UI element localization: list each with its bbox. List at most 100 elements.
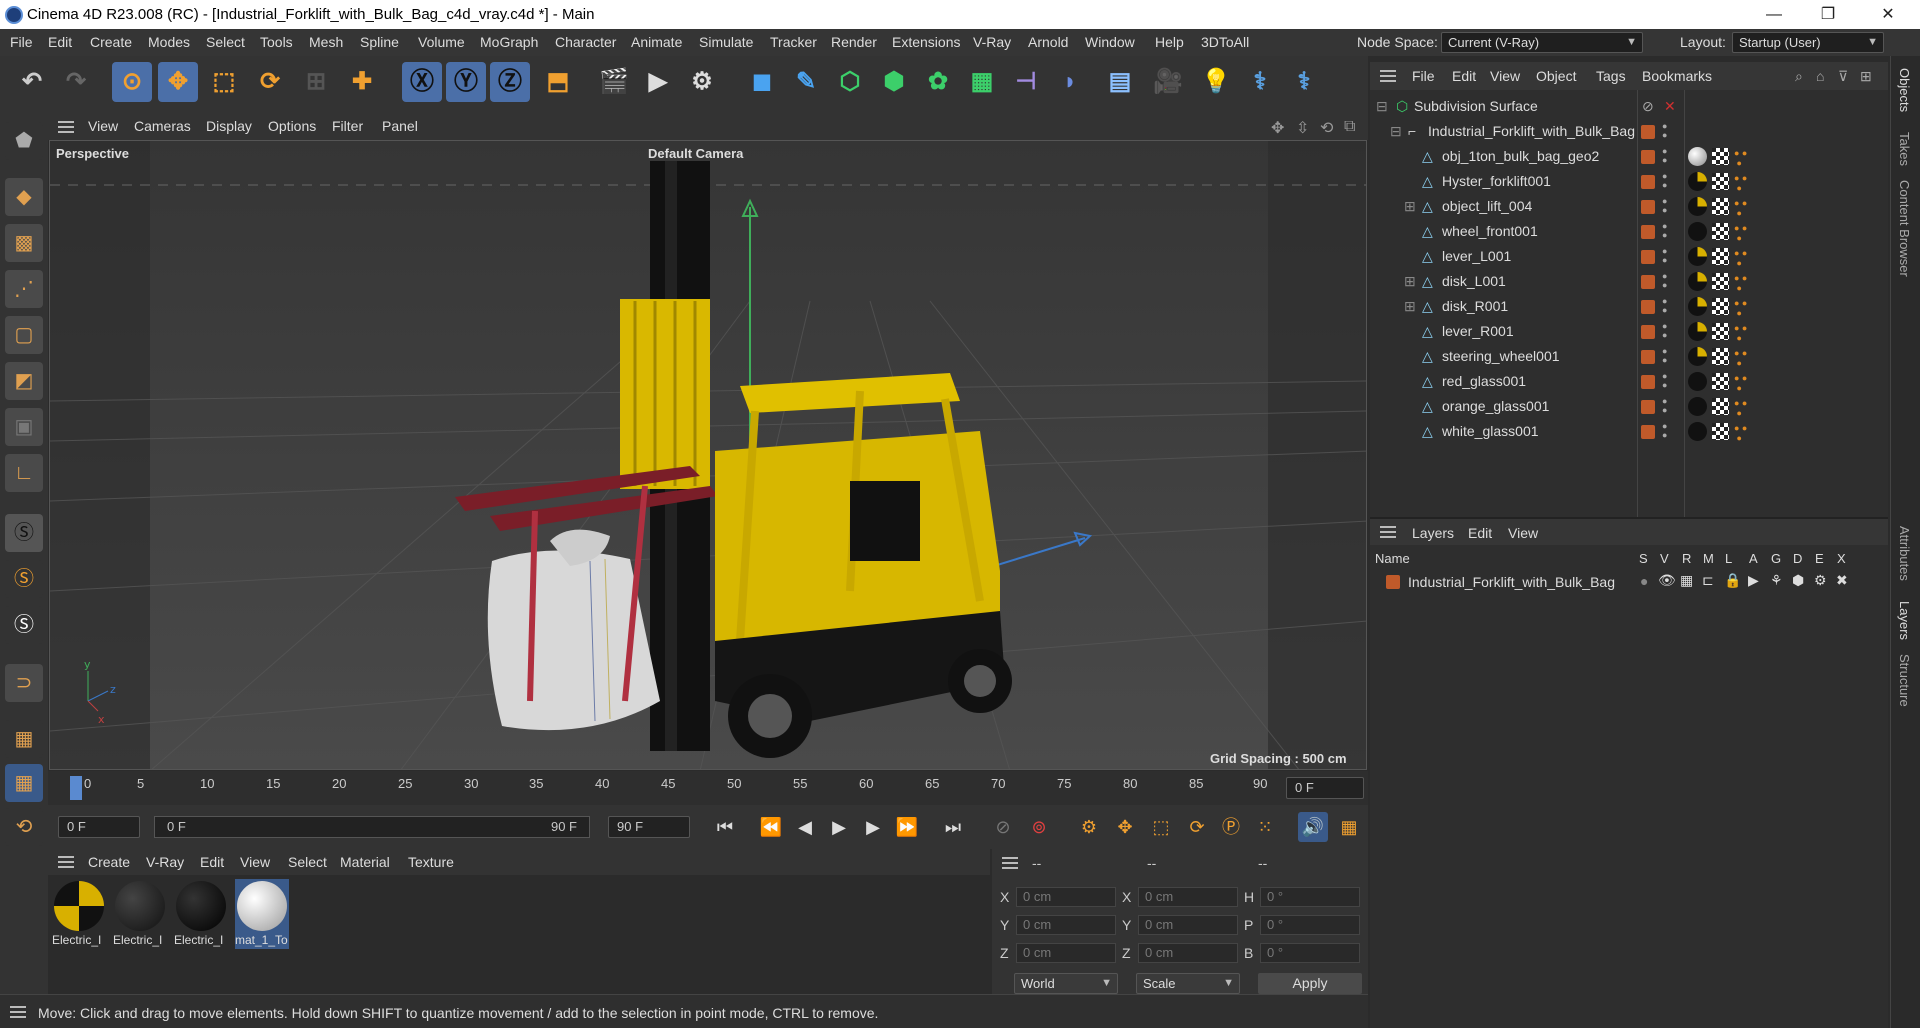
layer-color-tag[interactable] bbox=[1641, 200, 1655, 214]
object-row[interactable]: ⊞ △ disk_R001 ● ● ● ● ● bbox=[1370, 294, 1888, 319]
layer-color-tag[interactable] bbox=[1641, 125, 1655, 139]
material-tag-icon[interactable] bbox=[1688, 247, 1707, 266]
recent-tools-icon[interactable]: ⊞ bbox=[296, 62, 336, 102]
extrude-icon[interactable]: ⬢ bbox=[874, 62, 914, 102]
object-menu-object[interactable]: Object bbox=[1536, 68, 1576, 84]
subdivision-icon[interactable]: ⬡ bbox=[830, 62, 870, 102]
expression-icon[interactable]: ⚙ bbox=[1814, 572, 1827, 589]
menu-tools[interactable]: Tools bbox=[260, 34, 293, 50]
object-menu-tags[interactable]: Tags bbox=[1596, 68, 1626, 84]
key-scale-icon[interactable]: ⬚ bbox=[1146, 812, 1176, 842]
menu-volume[interactable]: Volume bbox=[418, 34, 465, 50]
uvw-tag-icon[interactable] bbox=[1712, 198, 1729, 215]
coordinate-system-icon[interactable]: ⬒ bbox=[538, 62, 578, 102]
visibility-dots[interactable]: ● ● bbox=[1662, 172, 1668, 190]
playhead[interactable] bbox=[70, 776, 82, 800]
generator-icon[interactable]: ⚘ bbox=[1770, 572, 1783, 589]
close-button[interactable]: ✕ bbox=[1868, 2, 1908, 28]
uvw-tag-icon[interactable] bbox=[1712, 273, 1729, 290]
object-row[interactable]: △ lever_R001 ● ● ● ● ● bbox=[1370, 319, 1888, 344]
move-tool-icon[interactable]: ✥ bbox=[158, 62, 198, 102]
render-view-icon[interactable]: ▶ bbox=[638, 62, 678, 102]
filter-icon[interactable]: ⊽ bbox=[1838, 68, 1848, 85]
menu-spline[interactable]: Spline bbox=[360, 34, 399, 50]
object-menu-edit[interactable]: Edit bbox=[1452, 68, 1476, 84]
workplane-rotate-icon[interactable]: ⟲ bbox=[5, 808, 43, 846]
menu-render[interactable]: Render bbox=[831, 34, 877, 50]
material-tag-icon[interactable] bbox=[1688, 322, 1707, 341]
hamburger-icon[interactable] bbox=[1002, 857, 1018, 869]
tab-structure[interactable]: Structure bbox=[1897, 654, 1912, 707]
pen-icon[interactable]: ✎ bbox=[786, 62, 826, 102]
coord-system-dropdown[interactable]: World ▼ bbox=[1014, 973, 1118, 994]
render-icon[interactable]: ▦ bbox=[1680, 572, 1693, 589]
expand-icon[interactable]: ⊞ bbox=[1404, 198, 1416, 215]
menu-create[interactable]: Create bbox=[90, 34, 132, 50]
node-space-dropdown[interactable]: Current (V-Ray) ▼ bbox=[1441, 32, 1643, 53]
visibility-dots[interactable]: ● ● bbox=[1662, 222, 1668, 240]
object-row[interactable]: △ orange_glass001 ● ● ● ● ● bbox=[1370, 394, 1888, 419]
menu-vray[interactable]: V-Ray bbox=[973, 34, 1011, 50]
python-icon[interactable]: ⚕ bbox=[1240, 62, 1280, 102]
object-row[interactable]: ⊞ △ disk_L001 ● ● ● ● ● bbox=[1370, 269, 1888, 294]
python-generator-icon[interactable]: ⚕ bbox=[1284, 62, 1324, 102]
go-to-start-icon[interactable]: ⏮ bbox=[710, 812, 740, 842]
viewport-menu-cameras[interactable]: Cameras bbox=[134, 118, 191, 134]
menu-edit[interactable]: Edit bbox=[48, 34, 72, 50]
record-keys-icon[interactable]: ⊘ bbox=[988, 812, 1018, 842]
key-pla-icon[interactable]: ⁙ bbox=[1250, 812, 1280, 842]
vray-tag-icon[interactable]: ● ● ● bbox=[1734, 398, 1752, 418]
live-selection-icon[interactable]: ⊙ bbox=[112, 62, 152, 102]
toggle-view-icon[interactable]: ⧉ bbox=[1344, 118, 1355, 136]
viewport-menu-panel[interactable]: Panel bbox=[382, 118, 418, 134]
deformer-icon[interactable]: ⊣ bbox=[1006, 62, 1046, 102]
object-row[interactable]: ⊟ ⌐ Industrial_Forklift_with_Bulk_Bag ● ● bbox=[1370, 119, 1888, 144]
field-icon[interactable]: ◗ bbox=[1050, 62, 1090, 102]
material-tag-icon[interactable] bbox=[1688, 272, 1707, 291]
menu-help[interactable]: Help bbox=[1155, 34, 1184, 50]
menu-arnold[interactable]: Arnold bbox=[1028, 34, 1068, 50]
rot-b-field[interactable]: 0 ° bbox=[1260, 943, 1360, 963]
minimize-button[interactable]: — bbox=[1754, 2, 1794, 28]
scale-z-field[interactable]: 0 cm bbox=[1138, 943, 1238, 963]
material-menu-vray[interactable]: V-Ray bbox=[146, 854, 184, 870]
tab-objects[interactable]: Objects bbox=[1897, 68, 1912, 112]
vray-tag-icon[interactable]: ● ● ● bbox=[1734, 248, 1752, 268]
layer-row[interactable]: Industrial_Forklift_with_Bulk_Bag ● 👁 ▦ … bbox=[1374, 571, 1884, 595]
cloner-icon[interactable]: ✿ bbox=[918, 62, 958, 102]
search-icon[interactable]: ⌕ bbox=[1795, 68, 1803, 85]
uvw-tag-icon[interactable] bbox=[1712, 373, 1729, 390]
menu-file[interactable]: File bbox=[10, 34, 33, 50]
pos-z-field[interactable]: 0 cm bbox=[1016, 943, 1116, 963]
uvw-tag-icon[interactable] bbox=[1712, 148, 1729, 165]
floor-icon[interactable]: ▤ bbox=[1100, 62, 1140, 102]
layer-color-tag[interactable] bbox=[1641, 275, 1655, 289]
pos-y-field[interactable]: 0 cm bbox=[1016, 915, 1116, 935]
uvw-tag-icon[interactable] bbox=[1712, 298, 1729, 315]
material-menu-view[interactable]: View bbox=[240, 854, 270, 870]
camera-icon[interactable]: 🎥 bbox=[1148, 62, 1188, 102]
manager-icon[interactable]: ⊏ bbox=[1702, 572, 1714, 589]
vray-tag-icon[interactable]: ● ● ● bbox=[1734, 298, 1752, 318]
expand-icon[interactable]: ⊞ bbox=[1404, 298, 1416, 315]
menu-mograph[interactable]: MoGraph bbox=[480, 34, 538, 50]
layout-dropdown[interactable]: Startup (User) ▼ bbox=[1732, 32, 1884, 53]
z-axis-icon[interactable]: Ⓩ bbox=[490, 62, 530, 102]
hamburger-icon[interactable] bbox=[58, 121, 74, 133]
visibility-dots[interactable]: ● ● bbox=[1662, 372, 1668, 390]
play-icon[interactable]: ▶ bbox=[824, 812, 854, 842]
menu-tracker[interactable]: Tracker bbox=[770, 34, 817, 50]
visibility-dots[interactable]: ● ● bbox=[1662, 122, 1668, 140]
object-row[interactable]: ⊟ ⬡ Subdivision Surface ⊘ ✕ bbox=[1370, 94, 1888, 119]
material-swatch[interactable]: Electric_I bbox=[113, 879, 167, 949]
uvw-tag-icon[interactable] bbox=[1712, 173, 1729, 190]
home-icon[interactable]: ⌂ bbox=[1816, 68, 1824, 84]
edges-mode-icon[interactable]: ▢ bbox=[5, 316, 43, 354]
layer-color-tag[interactable] bbox=[1641, 150, 1655, 164]
expand-icon[interactable]: ⊟ bbox=[1376, 98, 1388, 115]
expand-icon[interactable]: ⊟ bbox=[1390, 123, 1402, 140]
next-key-icon[interactable]: ⏩ bbox=[892, 812, 922, 842]
uvw-tag-icon[interactable] bbox=[1712, 398, 1729, 415]
workplane-icon[interactable]: ▦ bbox=[5, 720, 43, 758]
transform-icon[interactable]: ✚ bbox=[342, 62, 382, 102]
